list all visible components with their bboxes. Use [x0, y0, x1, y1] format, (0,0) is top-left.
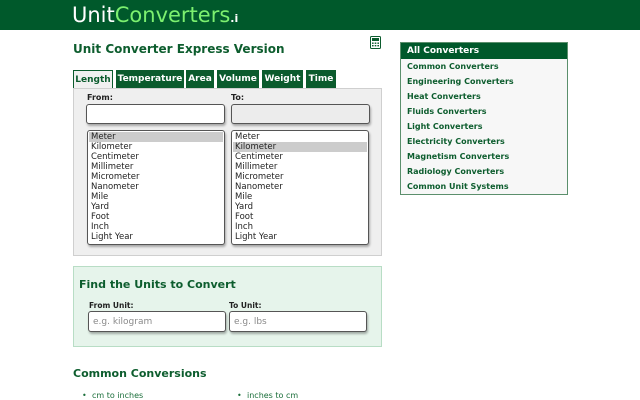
from-value-input[interactable]: [86, 104, 225, 124]
to-option[interactable]: Yard: [233, 202, 367, 212]
top-header: UnitConverters.i: [0, 0, 640, 30]
common-conversion-link[interactable]: inches to cm: [237, 391, 298, 400]
to-option[interactable]: Centimeter: [233, 152, 367, 162]
tab-temperature[interactable]: Temperature: [116, 70, 184, 88]
to-option[interactable]: Inch: [233, 222, 367, 232]
to-unit-search-input[interactable]: [229, 311, 367, 332]
to-option[interactable]: Light Year: [233, 232, 367, 242]
to-option[interactable]: Millimeter: [233, 162, 367, 172]
calculator-icon[interactable]: [370, 36, 381, 49]
tab-weight[interactable]: Weight: [262, 70, 303, 88]
site-logo[interactable]: UnitConverters.i: [72, 1, 238, 33]
from-option[interactable]: Inch: [89, 222, 223, 232]
converter-panel: From: To: Meter Kilometer Centimeter Mil…: [73, 88, 382, 256]
sidebar-header[interactable]: All Converters: [401, 43, 567, 59]
find-units-title: Find the Units to Convert: [79, 278, 236, 291]
find-units-panel: Find the Units to Convert From Unit: To …: [73, 266, 382, 347]
from-option[interactable]: Nanometer: [89, 182, 223, 192]
sidebar-item-magnetism[interactable]: Magnetism Converters: [401, 149, 567, 164]
from-option[interactable]: Micrometer: [89, 172, 223, 182]
sidebar-converters: All Converters Common Converters Enginee…: [400, 42, 568, 195]
common-conversion-link[interactable]: cm to inches: [82, 391, 143, 400]
tab-area[interactable]: Area: [186, 70, 214, 88]
sidebar-item-common[interactable]: Common Converters: [401, 59, 567, 74]
tab-length[interactable]: Length: [73, 70, 113, 89]
from-label: From:: [87, 93, 113, 102]
to-option[interactable]: Nanometer: [233, 182, 367, 192]
sidebar-item-light[interactable]: Light Converters: [401, 119, 567, 134]
to-unit-list[interactable]: Meter Kilometer Centimeter Millimeter Mi…: [231, 130, 369, 245]
brand-unit: Unit: [72, 3, 115, 27]
sidebar-item-radiology[interactable]: Radiology Converters: [401, 164, 567, 179]
sidebar-item-fluids[interactable]: Fluids Converters: [401, 104, 567, 119]
from-option[interactable]: Kilometer: [89, 142, 223, 152]
from-unit-search-input[interactable]: [88, 311, 226, 332]
sidebar-item-unit-systems[interactable]: Common Unit Systems: [401, 179, 567, 194]
sidebar-item-electricity[interactable]: Electricity Converters: [401, 134, 567, 149]
common-conversions-title: Common Conversions: [73, 367, 207, 380]
from-option[interactable]: Yard: [89, 202, 223, 212]
sidebar-item-engineering[interactable]: Engineering Converters: [401, 74, 567, 89]
from-option[interactable]: Centimeter: [89, 152, 223, 162]
to-option[interactable]: Foot: [233, 212, 367, 222]
sidebar-item-heat[interactable]: Heat Converters: [401, 89, 567, 104]
brand-suffix: .i: [230, 12, 239, 25]
from-unit-label: From Unit:: [89, 301, 134, 310]
to-option[interactable]: Kilometer: [233, 142, 367, 152]
to-label: To:: [231, 93, 245, 102]
from-option[interactable]: Light Year: [89, 232, 223, 242]
from-option[interactable]: Millimeter: [89, 162, 223, 172]
to-option[interactable]: Meter: [233, 132, 367, 142]
to-option[interactable]: Micrometer: [233, 172, 367, 182]
page-title: Unit Converter Express Version: [73, 42, 285, 56]
from-option[interactable]: Mile: [89, 192, 223, 202]
brand-converters: Converters: [114, 3, 231, 27]
to-option[interactable]: Mile: [233, 192, 367, 202]
to-unit-label: To Unit:: [229, 301, 262, 310]
from-option[interactable]: Foot: [89, 212, 223, 222]
tab-time[interactable]: Time: [306, 70, 336, 88]
from-option[interactable]: Meter: [89, 132, 223, 142]
tab-volume[interactable]: Volume: [217, 70, 259, 88]
to-value-output: [231, 104, 370, 124]
from-unit-list[interactable]: Meter Kilometer Centimeter Millimeter Mi…: [87, 130, 225, 245]
